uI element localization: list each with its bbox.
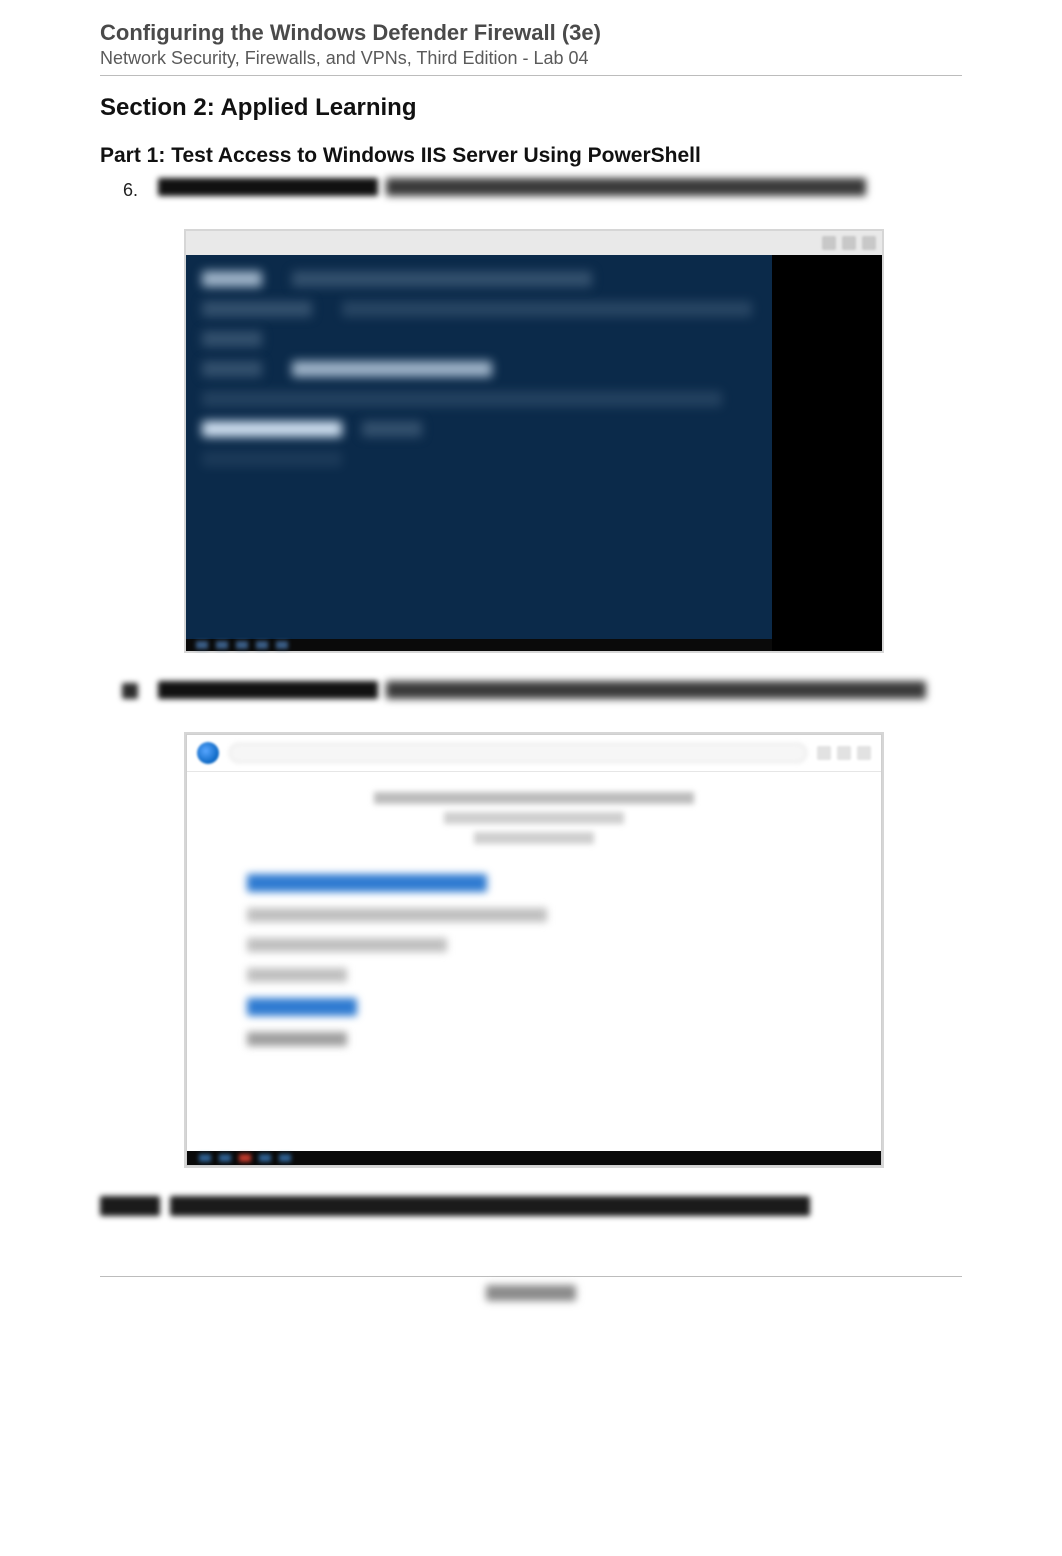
browser-logo-icon: [197, 742, 219, 764]
window-control-icon: [822, 236, 836, 250]
browser-toolbar: [187, 735, 881, 772]
obscured-link-text: [247, 998, 357, 1016]
obscured-console-text: [202, 271, 262, 287]
obscured-console-text: [202, 421, 342, 437]
taskbar-icon: [216, 641, 228, 649]
window-control-icon: [842, 236, 856, 250]
obscured-console-text: [202, 331, 262, 347]
document-title: Configuring the Windows Defender Firewal…: [100, 20, 962, 46]
obscured-console-text: [202, 301, 312, 317]
list-item-number: 6.: [118, 180, 138, 201]
taskbar-icon: [219, 1154, 231, 1162]
window-control-icon: [817, 746, 831, 760]
taskbar-icon: [196, 641, 208, 649]
taskbar-icon: [199, 1154, 211, 1162]
taskbar-icon: [239, 1154, 251, 1162]
ordered-list: 6.: [100, 178, 962, 1168]
obscured-text-segment: [158, 681, 378, 699]
obscured-browser-text: [474, 832, 594, 844]
screenshot-powershell: [184, 229, 884, 653]
obscured-number: [122, 683, 138, 699]
window-titlebar: [186, 231, 882, 255]
document-header: Configuring the Windows Defender Firewal…: [100, 20, 962, 76]
list-item-obscured: [118, 681, 962, 704]
window-control-icon: [857, 746, 871, 760]
taskbar: [187, 1151, 881, 1165]
window-control-icon: [837, 746, 851, 760]
taskbar-icon: [276, 641, 288, 649]
taskbar-icon: [236, 641, 248, 649]
screenshot-powershell-body: [186, 231, 882, 651]
obscured-text-segment: [386, 178, 866, 196]
console-side-panel: [772, 255, 882, 651]
obscured-browser-text: [374, 792, 694, 804]
obscured-console-text: [202, 391, 722, 407]
page-number-obscured: [486, 1285, 576, 1301]
obscured-console-text: [202, 361, 262, 377]
obscured-console-text: [202, 451, 342, 467]
obscured-browser-text: [444, 812, 624, 824]
obscured-browser-text: [247, 968, 347, 982]
taskbar-icon: [259, 1154, 271, 1162]
window-control-icon: [862, 236, 876, 250]
obscured-heading-segment: [170, 1196, 810, 1216]
list-item-number-obscured: [118, 683, 138, 704]
obscured-text-segment: [158, 178, 378, 196]
section-title: Section 2: Applied Learning: [100, 94, 962, 122]
document-footer: [100, 1276, 962, 1306]
obscured-heading-segment: [100, 1196, 160, 1216]
obscured-browser-text: [247, 938, 447, 952]
taskbar-icon: [256, 641, 268, 649]
list-item-6-text-obscured: [158, 178, 866, 196]
obscured-browser-text: [247, 1032, 347, 1046]
obscured-text-segment: [386, 681, 926, 699]
obscured-link-heading: [247, 874, 487, 892]
document-subtitle: Network Security, Firewalls, and VPNs, T…: [100, 48, 962, 69]
obscured-console-text: [292, 361, 492, 377]
window-controls: [817, 746, 871, 760]
obscured-console-text: [362, 421, 422, 437]
part2-title-obscured: [100, 1196, 962, 1216]
screenshot-browser: [184, 732, 884, 1168]
list-item-6: 6.: [118, 178, 962, 201]
obscured-console-text: [342, 301, 752, 317]
address-bar: [229, 743, 807, 763]
screenshot-browser-body: [186, 734, 882, 1166]
browser-message-area: [187, 772, 881, 844]
list-item-text-obscured: [158, 681, 926, 699]
taskbar-icon: [279, 1154, 291, 1162]
part1-title: Part 1: Test Access to Windows IIS Serve…: [100, 144, 962, 168]
obscured-browser-text: [247, 908, 547, 922]
browser-content-area: [187, 844, 881, 1076]
obscured-console-text: [292, 271, 592, 287]
document-page: Configuring the Windows Defender Firewal…: [0, 0, 1062, 1346]
